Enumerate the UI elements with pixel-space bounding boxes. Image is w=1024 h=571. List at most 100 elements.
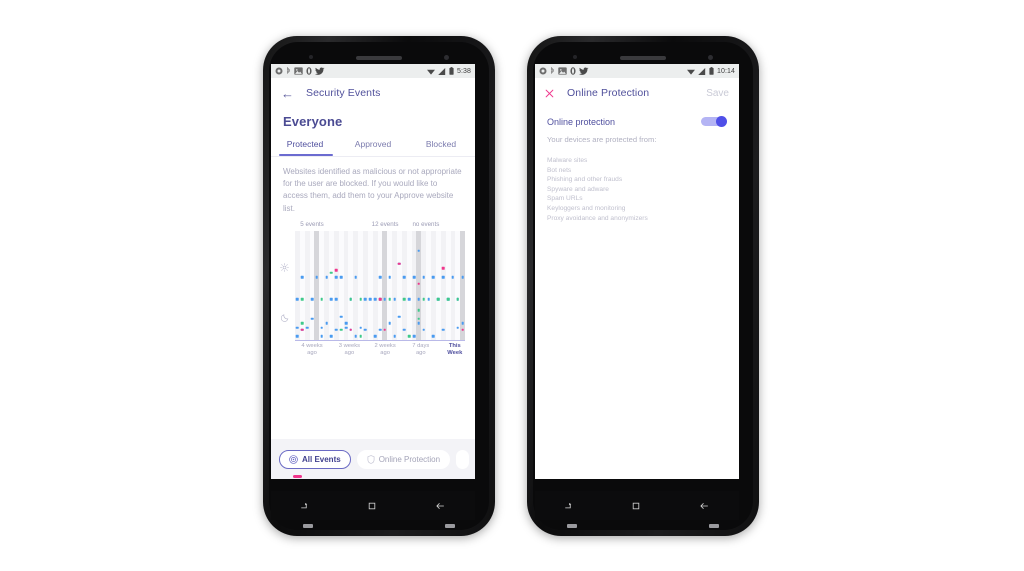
chart-data-point	[300, 321, 304, 325]
wifi-icon	[426, 69, 435, 75]
protection-list-item: Bot nets	[547, 166, 572, 174]
pill-all-events[interactable]: All Events	[279, 449, 351, 469]
android-nav-bar-right	[535, 491, 739, 520]
online-protection-toggle-row: Online protection	[535, 108, 739, 131]
recents-icon[interactable]	[564, 501, 574, 511]
chart-data-point	[325, 321, 328, 325]
chart-data-point	[296, 326, 299, 329]
chart-data-point	[310, 317, 314, 321]
recents-icon[interactable]	[300, 501, 310, 511]
chart-annotation: 5 events	[300, 220, 324, 228]
proximity-sensor-icon	[573, 55, 577, 59]
bottom-speaker-left	[303, 524, 313, 528]
status-bar-notification-icons	[275, 67, 325, 75]
chart-data-point	[412, 275, 416, 279]
close-x-icon[interactable]	[545, 89, 554, 98]
opera-icon	[306, 67, 312, 75]
opera-icon	[570, 67, 576, 75]
chart-data-point	[325, 275, 328, 279]
chart-data-point	[339, 328, 343, 332]
chart-data-point	[417, 282, 421, 285]
chart-data-point	[441, 266, 445, 270]
chart-annotation: no events	[412, 220, 440, 228]
app-bar-right: Online Protection Save	[535, 78, 739, 108]
chart-data-point	[354, 275, 357, 279]
bottom-speaker-right	[445, 524, 455, 528]
chart-data-point	[427, 297, 430, 301]
chart-plot-area	[280, 230, 466, 341]
battery-icon	[449, 67, 454, 75]
status-bar-clock: 5:38	[456, 67, 471, 75]
chart-data-point	[422, 328, 425, 332]
chart-data-point	[417, 249, 421, 252]
pill-overflow[interactable]	[456, 449, 469, 469]
chart-data-point	[359, 326, 362, 329]
chart-data-point	[417, 297, 421, 301]
chart-x-tick-labels: 4 weeks ago 3 weeks ago 2 weeks ago 7 days ago T…	[295, 343, 465, 361]
proximity-sensor-icon	[309, 55, 313, 59]
phone-device-right: 10:14 Online Protection Save Online prot…	[527, 36, 759, 536]
home-icon[interactable]	[367, 501, 377, 511]
chart-data-point	[364, 297, 367, 301]
active-tab-indicator	[279, 154, 333, 156]
chart-data-point	[349, 328, 353, 332]
chart-data-point	[451, 275, 455, 279]
chart-data-point	[310, 297, 314, 301]
front-camera-icon	[708, 55, 713, 60]
online-protection-label: Online protection	[547, 116, 616, 127]
sun-icon	[280, 259, 289, 277]
chart-data-point	[398, 262, 401, 266]
chart-data-point	[383, 328, 387, 332]
battery-icon	[709, 67, 714, 75]
chart-data-point	[330, 271, 333, 274]
home-icon[interactable]	[631, 501, 641, 511]
chrome-icon	[539, 67, 547, 75]
chart-data-point	[334, 269, 338, 272]
chart-data-point	[344, 326, 348, 329]
earpiece-speaker-icon	[620, 56, 666, 60]
chart-data-point	[378, 297, 382, 301]
chart-data-point	[388, 297, 391, 301]
back-arrow-icon[interactable]: ←	[281, 87, 294, 100]
chart-data-point	[388, 321, 391, 325]
save-button[interactable]: Save	[706, 88, 729, 99]
chart-data-point	[461, 275, 464, 279]
chart-data-point	[432, 335, 435, 338]
chart-data-point	[330, 297, 333, 301]
status-bar-left: 5:38	[271, 64, 475, 78]
chart-data-point	[330, 335, 333, 338]
chart-data-point	[456, 297, 459, 301]
chart-x-tick-label: 7 days ago	[412, 342, 430, 357]
back-icon[interactable]	[699, 501, 710, 511]
online-protection-switch[interactable]	[701, 116, 727, 127]
chart-data-point	[305, 326, 309, 329]
back-icon[interactable]	[435, 501, 446, 511]
chart-data-point	[378, 328, 382, 332]
android-nav-bar-left	[271, 491, 475, 520]
chart-data-point	[402, 275, 406, 279]
chart-data-point	[422, 297, 425, 301]
protection-list-item: Spyware and adware	[547, 185, 609, 193]
chart-x-tick-label: 3 weeks ago	[338, 342, 361, 357]
protection-list-item: Keyloggers and monitoring	[547, 204, 626, 212]
bottom-speaker-left	[567, 524, 577, 528]
pill-all-events-label: All Events	[302, 454, 341, 464]
chart-data-point	[393, 297, 396, 301]
pill-online-protection[interactable]: Online Protection	[356, 449, 451, 469]
chart-data-point	[461, 321, 464, 325]
chart-data-point	[300, 328, 304, 332]
phone-device-left: 5:38 ← Security Events Everyone Protecte…	[263, 36, 495, 536]
chart-data-point	[354, 335, 357, 338]
tab-approved[interactable]: Approved	[339, 139, 407, 156]
shield-icon	[367, 454, 375, 464]
status-bar-right: 10:14	[535, 64, 739, 78]
app-bar-left: ← Security Events	[271, 78, 475, 108]
filter-pill-bar: All Events Online Protection	[271, 439, 475, 479]
bottom-speaker-right	[709, 524, 719, 528]
phone-screen-left: 5:38 ← Security Events Everyone Protecte…	[271, 64, 475, 479]
chart-data-point	[339, 315, 343, 318]
chart-data-point	[334, 328, 338, 332]
chart-data-point	[364, 328, 367, 332]
chart-data-point	[373, 335, 377, 338]
photo-icon	[558, 67, 567, 75]
